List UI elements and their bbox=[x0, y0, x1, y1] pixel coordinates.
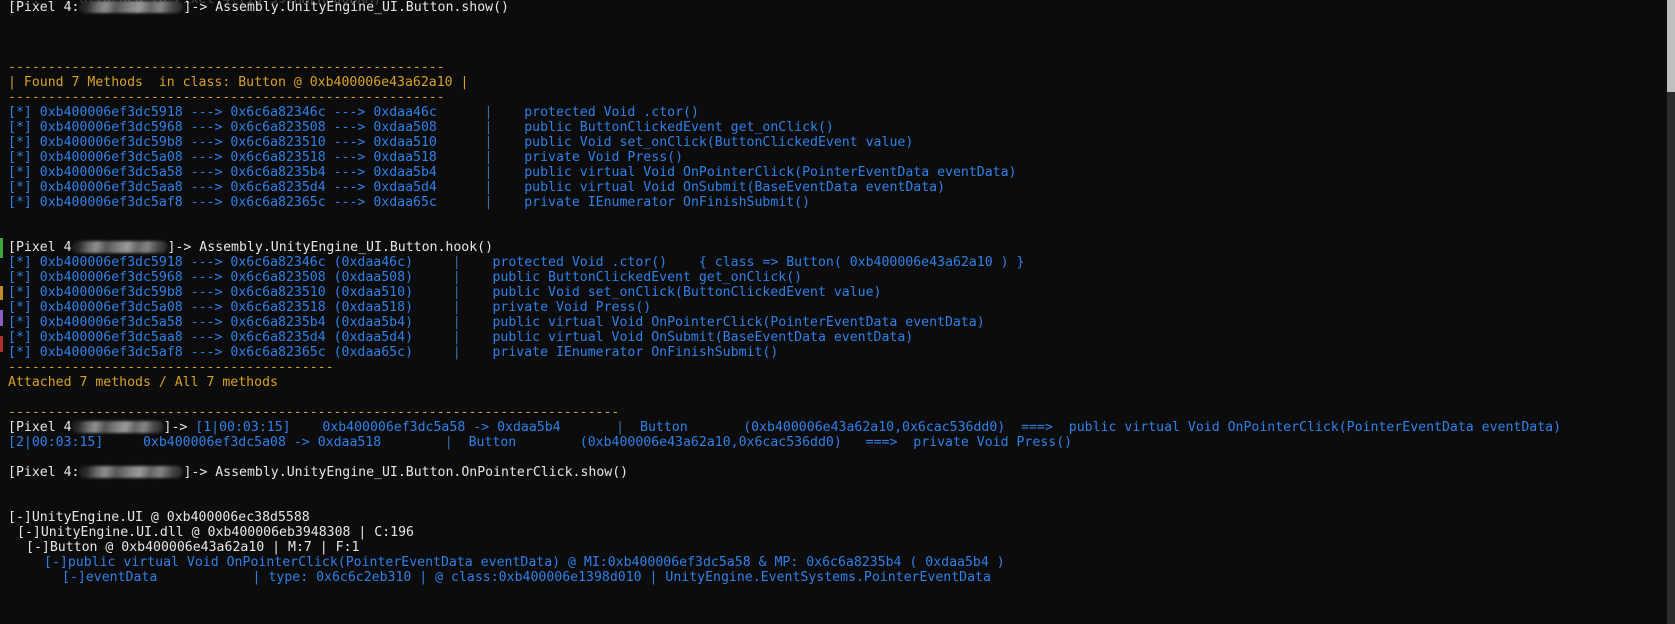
method-row: [*] 0xb400006ef3dc5aa8 ---> 0x6c6a8235d4… bbox=[8, 180, 946, 195]
terminal-output: [Pixel 4:]-> Assembly.UnityEngine_UI.But… bbox=[8, 0, 1665, 585]
tree-node[interactable]: [-]eventData | type: 0x6c6c2eb310 | @ cl… bbox=[8, 570, 1665, 585]
found-banner-rule-bottom: ----------------------------------------… bbox=[8, 90, 445, 105]
tree-toggle-icon[interactable]: [-] bbox=[44, 555, 68, 570]
attached-banner-text: Attached 7 methods / All 7 methods bbox=[8, 375, 278, 390]
left-marker-gutter bbox=[0, 0, 3, 624]
tree-node[interactable]: [-]UnityEngine.UI.dll @ 0xb400006eb39483… bbox=[8, 525, 1665, 540]
attached-rule-bottom: ----------------------------------------… bbox=[8, 405, 620, 420]
method-row: [*] 0xb400006ef3dc59b8 ---> 0x6c6a823510… bbox=[8, 135, 914, 150]
redacted-host bbox=[79, 1, 184, 13]
tree-node-label: UnityEngine.UI @ 0xb400006ec38d5588 bbox=[31, 510, 310, 525]
method-row: [*] 0xb400006ef3dc5a58 ---> 0x6c6a8235b4… bbox=[8, 165, 1017, 180]
hook-method-row: [*] 0xb400006ef3dc5af8 ---> 0x6c6a82365c… bbox=[8, 345, 779, 360]
hook-method-row: [*] 0xb400006ef3dc5aa8 ---> 0x6c6a8235d4… bbox=[8, 330, 914, 345]
found-banner-rule-top: ----------------------------------------… bbox=[8, 60, 445, 75]
method-row: [*] 0xb400006ef3dc5918 ---> 0x6c6a82346c… bbox=[8, 105, 699, 120]
tree-toggle-icon[interactable]: [-] bbox=[62, 570, 86, 585]
tree-toggle-icon[interactable]: [-] bbox=[17, 525, 41, 540]
hook-method-row: [*] 0xb400006ef3dc5918 ---> 0x6c6a82346c… bbox=[8, 255, 1025, 270]
prompt-line-show: [Pixel 4:]-> Assembly.UnityEngine_UI.But… bbox=[8, 0, 509, 15]
tree-toggle-icon[interactable]: [-] bbox=[8, 510, 32, 525]
tree-node[interactable]: [-]public virtual Void OnPointerClick(Po… bbox=[8, 555, 1665, 570]
trace-event-row: [2|00:03:15] 0xb400006ef3dc5a08 -> 0xdaa… bbox=[8, 435, 1073, 450]
method-row: [*] 0xb400006ef3dc5af8 ---> 0x6c6a82365c… bbox=[8, 195, 811, 210]
trace-event-row: [Pixel 4]-> [1|00:03:15] 0xb400006ef3dc5… bbox=[8, 420, 1562, 435]
terminal-window: [. . . . attached to Pixel 4 (id 99THHFH… bbox=[0, 0, 1675, 624]
tree-node[interactable]: [-]UnityEngine.UI @ 0xb400006ec38d5588 bbox=[8, 510, 1665, 525]
tree-node-label: public virtual Void OnPointerClick(Point… bbox=[67, 555, 1005, 570]
hook-method-row: [*] 0xb400006ef3dc5a08 ---> 0x6c6a823518… bbox=[8, 300, 652, 315]
tree-node[interactable]: [-]Button @ 0xb400006e43a62a10 | M:7 | F… bbox=[8, 540, 1665, 555]
tree-node-label: Button @ 0xb400006e43a62a10 | M:7 | F:1 bbox=[49, 540, 360, 555]
tree-node-label: eventData | type: 0x6c6c2eb310 | @ class… bbox=[85, 570, 991, 585]
tree-toggle-icon[interactable]: [-] bbox=[26, 540, 50, 555]
method-row: [*] 0xb400006ef3dc5968 ---> 0x6c6a823508… bbox=[8, 120, 834, 135]
method-row: [*] 0xb400006ef3dc5a08 ---> 0x6c6a823518… bbox=[8, 150, 684, 165]
vertical-scrollbar[interactable] bbox=[1667, 0, 1675, 624]
redacted-host bbox=[71, 241, 168, 253]
prompt-line-onpointerclick-show: [Pixel 4:]-> Assembly.UnityEngine_UI.But… bbox=[8, 465, 629, 480]
vertical-scrollbar-thumb[interactable] bbox=[1667, 0, 1675, 92]
hook-method-row: [*] 0xb400006ef3dc5a58 ---> 0x6c6a8235b4… bbox=[8, 315, 985, 330]
hook-method-row: [*] 0xb400006ef3dc5968 ---> 0x6c6a823508… bbox=[8, 270, 803, 285]
hook-method-row: [*] 0xb400006ef3dc59b8 ---> 0x6c6a823510… bbox=[8, 285, 882, 300]
redacted-host bbox=[71, 421, 164, 433]
attached-rule-top: ----------------------------------------… bbox=[8, 360, 334, 375]
found-banner-text: | Found 7 Methods in class: Button @ 0xb… bbox=[8, 75, 469, 90]
redacted-host bbox=[79, 466, 184, 478]
prompt-line-hook: [Pixel 4]-> Assembly.UnityEngine_UI.Butt… bbox=[8, 240, 494, 255]
tree-node-label: UnityEngine.UI.dll @ 0xb400006eb3948308 … bbox=[40, 525, 414, 540]
